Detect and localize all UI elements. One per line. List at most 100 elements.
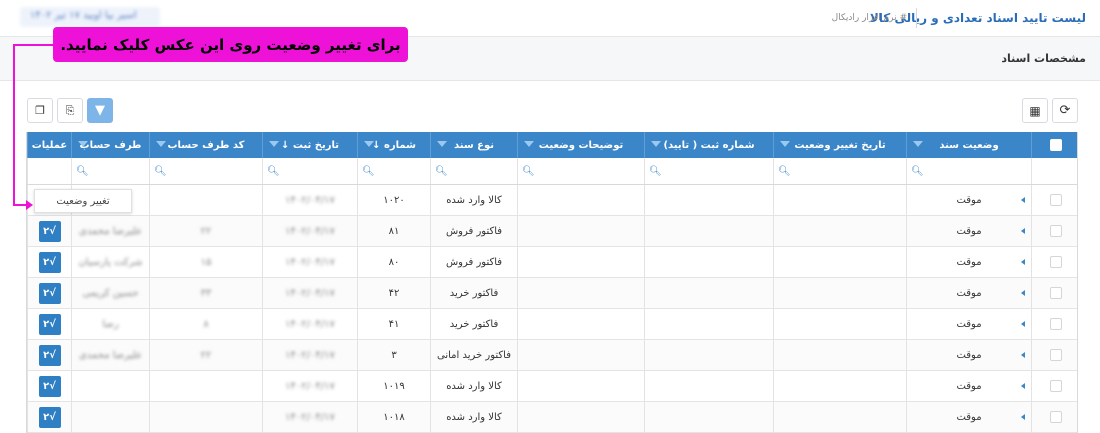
header-party[interactable]: طرف حساب: [71, 132, 149, 158]
filter-funnel-icon[interactable]: [913, 141, 923, 147]
filter-input-doc-type[interactable]: 🔍︎: [430, 158, 517, 184]
expand-arrow-icon[interactable]: [1021, 259, 1025, 265]
change-status-button[interactable]: √۲: [38, 220, 61, 242]
search-icon: 🔍︎: [522, 166, 535, 177]
row-select[interactable]: [1031, 278, 1077, 308]
filter-input-party-code[interactable]: 🔍︎: [149, 158, 262, 184]
filter-input-reg-number[interactable]: 🔍︎: [644, 158, 773, 184]
filter-funnel-icon[interactable]: [437, 141, 447, 147]
filter-funnel-icon[interactable]: [651, 141, 661, 147]
filter-input-status-desc[interactable]: 🔍︎: [517, 158, 644, 184]
copy-button[interactable]: ❐: [27, 98, 53, 123]
change-status-button[interactable]: √۲: [38, 375, 61, 397]
expand-arrow-icon[interactable]: [1021, 228, 1025, 234]
header-party-code[interactable]: کد طرف حساب: [149, 132, 262, 158]
cell-ops[interactable]: √۲: [27, 309, 71, 339]
table-row[interactable]: موقت فاکتور فروش ۸۰ ۱۴۰۲/۰۴/۱۷ ۱۵ شرکت پارسیا…: [27, 247, 1077, 278]
row-checkbox[interactable]: [1049, 380, 1062, 392]
user-chip[interactable]: اسیر بیا اوبید ۱۷ تیر ۱۴۰۲: [20, 7, 160, 27]
table-row[interactable]: موقت فاکتور خرید ۴۲ ۱۴۰۲/۰۴/۱۷ ۳۳ حسین کریمی √…: [27, 278, 1077, 309]
filter-funnel-icon[interactable]: [364, 141, 374, 147]
header-status[interactable]: وضعیت سند: [906, 132, 1031, 158]
cell-ops[interactable]: √۲: [27, 340, 71, 370]
header-number-label: شماره ↓: [372, 139, 416, 151]
header-reg-date[interactable]: تاریخ ثبت ↓: [262, 132, 357, 158]
table-row[interactable]: موقت فاکتور خرید امانی ۳ ۱۴۰۲/۰۴/۱۷ ۲۲ علیرضا…: [27, 340, 1077, 371]
cell-ops[interactable]: √۲: [27, 402, 71, 432]
row-select[interactable]: [1031, 247, 1077, 277]
expand-arrow-icon[interactable]: [1021, 290, 1025, 296]
cell-ops[interactable]: √۲: [27, 371, 71, 401]
table-row[interactable]: موقت کالا وارد شده ۱۰۲۰ ۱۴۰۲/۰۴/۱۷: [27, 185, 1077, 216]
row-checkbox[interactable]: [1049, 194, 1062, 206]
filter-input-status[interactable]: 🔍︎: [906, 158, 1031, 184]
row-checkbox[interactable]: [1049, 287, 1062, 299]
refresh-button[interactable]: ⟳: [1052, 98, 1078, 123]
cell-party: حسین کریمی: [71, 278, 149, 308]
refresh-icon: ⟳: [1059, 103, 1071, 118]
row-checkbox[interactable]: [1049, 318, 1062, 330]
cell-reg-date: ۱۴۰۲/۰۴/۱۷: [262, 402, 357, 432]
header-status-change-date[interactable]: تاریخ تغییر وضعیت: [773, 132, 906, 158]
cell-status-change-date: [773, 247, 906, 277]
row-checkbox[interactable]: [1049, 256, 1062, 268]
change-status-button[interactable]: √۲: [38, 313, 61, 335]
row-select[interactable]: [1031, 371, 1077, 401]
table-row[interactable]: موقت کالا وارد شده ۱۰۱۹ ۱۴۰۲/۰۴/۱۷ √۲: [27, 371, 1077, 402]
expand-arrow-icon[interactable]: [1021, 321, 1025, 327]
table-row[interactable]: موقت فاکتور خرید ۴۱ ۱۴۰۲/۰۴/۱۷ ۸ رضا √۲: [27, 309, 1077, 340]
filter-input-party[interactable]: 🔍︎: [71, 158, 149, 184]
cell-party: علیرضا محمدی: [71, 340, 149, 370]
table-row[interactable]: موقت کالا وارد شده ۱۰۱۸ ۱۴۰۲/۰۴/۱۷ √۲: [27, 402, 1077, 433]
cell-status: موقت: [906, 185, 1031, 215]
row-select[interactable]: [1031, 309, 1077, 339]
cell-ops[interactable]: √۲: [27, 247, 71, 277]
change-status-button[interactable]: √۲: [38, 251, 61, 273]
filter-funnel-icon[interactable]: [156, 141, 166, 147]
filter-funnel-icon[interactable]: [780, 141, 790, 147]
filter-input-number[interactable]: 🔍︎: [357, 158, 430, 184]
breadcrumb[interactable]: # نرم افزار رادیکال: [832, 13, 907, 23]
cell-ops[interactable]: √۲: [27, 216, 71, 246]
export-button[interactable]: ⎘: [57, 98, 83, 123]
row-checkbox[interactable]: [1049, 225, 1062, 237]
row-select[interactable]: [1031, 216, 1077, 246]
cell-doc-type: کالا وارد شده: [430, 402, 517, 432]
filter-input-status-change-date[interactable]: 🔍︎: [773, 158, 906, 184]
cell-status-text: موقت: [956, 225, 982, 237]
cell-status: موقت: [906, 247, 1031, 277]
filter-funnel-icon[interactable]: [269, 141, 279, 147]
row-checkbox[interactable]: [1049, 411, 1062, 423]
row-select[interactable]: [1031, 340, 1077, 370]
cell-status: موقت: [906, 278, 1031, 308]
cell-status-desc: [517, 278, 644, 308]
change-status-button[interactable]: √۲: [38, 344, 61, 366]
table-row[interactable]: موقت فاکتور فروش ۸۱ ۱۴۰۲/۰۴/۱۷ ۲۲ علیرضا محمد…: [27, 216, 1077, 247]
header-status-desc[interactable]: توضیحات وضعیت: [517, 132, 644, 158]
expand-arrow-icon[interactable]: [1021, 352, 1025, 358]
filter-funnel-icon[interactable]: [524, 141, 534, 147]
header-doc-type[interactable]: نوع سند: [430, 132, 517, 158]
select-all-checkbox[interactable]: [1049, 139, 1062, 151]
header-select-all[interactable]: [1031, 132, 1077, 158]
expand-arrow-icon[interactable]: [1021, 383, 1025, 389]
cell-party-text: علیرضا محمدی: [78, 225, 143, 237]
filter-cell-ops: [27, 158, 71, 184]
change-status-button[interactable]: √۲: [38, 406, 61, 428]
cell-ops[interactable]: √۲: [27, 278, 71, 308]
change-status-button[interactable]: √۲: [38, 282, 61, 304]
row-select[interactable]: [1031, 402, 1077, 432]
row-select[interactable]: [1031, 185, 1077, 215]
filter-funnel-icon[interactable]: [78, 141, 88, 147]
header-reg-number[interactable]: شماره ثبت ( تایید): [644, 132, 773, 158]
filter-input-reg-date[interactable]: 🔍︎: [262, 158, 357, 184]
filter-button[interactable]: ▼: [87, 98, 113, 123]
cell-doc-type: فاکتور خرید امانی: [430, 340, 517, 370]
row-checkbox[interactable]: [1049, 349, 1062, 361]
expand-arrow-icon[interactable]: [1021, 197, 1025, 203]
header-party-label: طرف حساب: [79, 139, 142, 151]
cell-party-code-text: ۳۳: [200, 287, 212, 299]
header-number[interactable]: شماره ↓: [357, 132, 430, 158]
columns-button[interactable]: ▦: [1022, 98, 1048, 123]
expand-arrow-icon[interactable]: [1021, 414, 1025, 420]
